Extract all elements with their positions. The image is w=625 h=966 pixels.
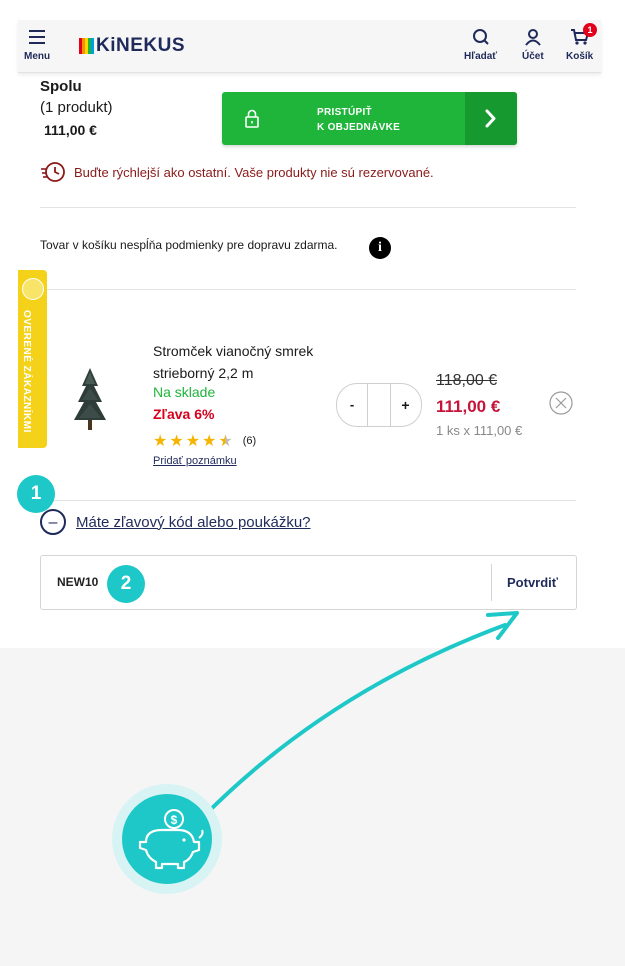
- svg-text:$: $: [171, 813, 178, 827]
- arrow-line: [203, 623, 507, 817]
- annotation-arrow: [203, 611, 519, 817]
- piggy-bank-icon: $: [138, 809, 204, 870]
- piggy-bank-badge: $: [122, 794, 212, 884]
